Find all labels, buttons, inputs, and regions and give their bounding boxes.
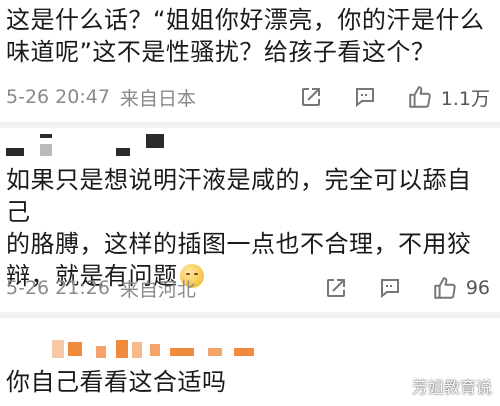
comment-location: 来自河北 (119, 278, 196, 301)
thumbs-up-icon (409, 86, 431, 108)
comment-date: 5-26 20:47 (6, 86, 110, 108)
share-button[interactable] (324, 276, 348, 300)
like-count: 96 (465, 277, 490, 299)
share-icon (301, 88, 320, 106)
like-button[interactable]: 96 (432, 275, 490, 301)
like-count: 1.1万 (440, 87, 490, 110)
comment-location: 来自日本 (119, 87, 196, 110)
comment-date: 5-26 21:26 (6, 277, 110, 299)
comment-actions: 1.1万 (299, 84, 490, 111)
comment-meta: 5-26 21:26 来自河北 96 (6, 273, 490, 303)
like-button[interactable]: 1.1万 (407, 84, 490, 111)
comment-icon (380, 279, 399, 299)
share-icon (326, 279, 345, 297)
watermark: 芳姐教育说 (411, 378, 492, 397)
comment-item-1: 这是什么话？“姐姐你好漂亮，你的汗是什么 味道呢”这不是性骚扰？给孩子看这个？ … (0, 0, 500, 125)
comment-icon (355, 88, 374, 108)
comment-actions: 96 (324, 275, 490, 301)
reply-button[interactable] (353, 85, 377, 109)
reply-button[interactable] (378, 276, 402, 300)
comment-text-content: 如果只是想说明汗液是咸的，完全可以舔自己 的胳膊，这样的插图一点也不合理，不用狡… (6, 166, 472, 290)
comment-item-2: 如果只是想说明汗液是咸的，完全可以舔自己 的胳膊，这样的插图一点也不合理，不用狡… (0, 128, 500, 310)
share-button[interactable] (299, 85, 323, 109)
comment-meta: 5-26 20:47 来自日本 1.1万 (6, 82, 490, 112)
comment-text: 这是什么话？“姐姐你好漂亮，你的汗是什么 味道呢”这不是性骚扰？给孩子看这个？ (6, 6, 485, 66)
thumbs-up-icon (434, 277, 456, 299)
